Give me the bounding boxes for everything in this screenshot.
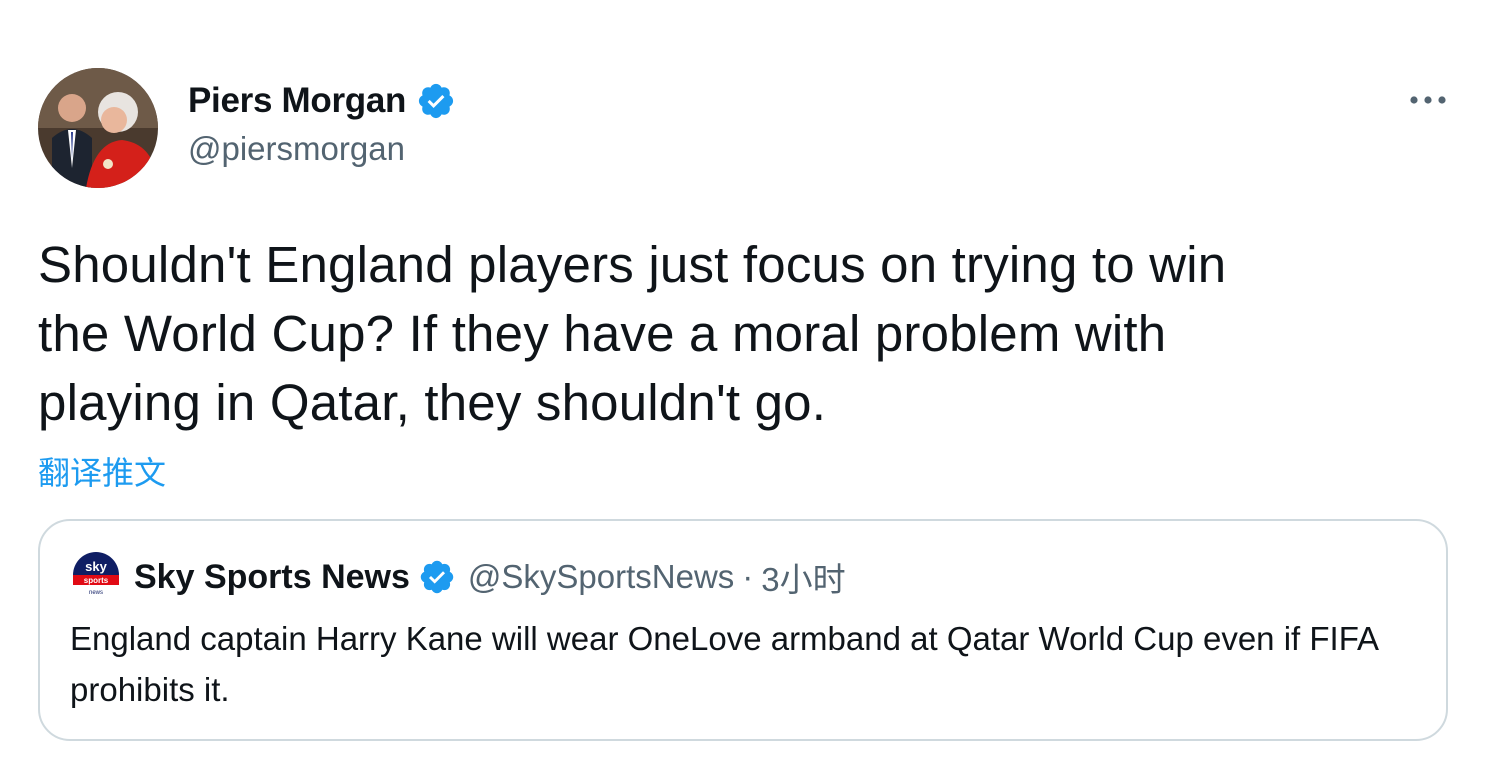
quoted-tweet-card[interactable]: sky sports news Sky Sports News @SkySpor… xyxy=(38,519,1448,741)
author-name-row: Piers Morgan xyxy=(188,78,456,124)
quoted-verified-badge-icon xyxy=(418,558,456,596)
logo-news-text: news xyxy=(89,590,103,596)
translate-tweet-link[interactable]: 翻译推文 xyxy=(38,448,166,494)
quoted-author-handle[interactable]: @SkySportsNews xyxy=(468,558,734,596)
quoted-tweet-header: sky sports news Sky Sports News @SkySpor… xyxy=(70,551,846,603)
quoted-header-separator: · xyxy=(742,558,754,595)
more-dots-icon xyxy=(1410,96,1446,104)
tweet-text: Shouldn't England players just focus on … xyxy=(38,236,1227,431)
quoted-tweet-time[interactable]: 3小时 xyxy=(761,553,845,601)
sky-sports-news-logo-icon[interactable]: sky sports news xyxy=(70,551,122,603)
logo-sky-text: sky xyxy=(85,559,107,574)
quoted-author-name[interactable]: Sky Sports News xyxy=(134,558,410,597)
author-handle[interactable]: @piersmorgan xyxy=(188,130,405,168)
more-options-button[interactable] xyxy=(1404,80,1454,120)
tweet: Piers Morgan @piersmorgan Shouldn't Engl… xyxy=(0,0,1490,784)
logo-sports-text: sports xyxy=(84,576,109,585)
verified-badge-icon xyxy=(416,81,456,121)
quoted-tweet-text: England captain Harry Kane will wear One… xyxy=(70,620,1378,708)
author-name[interactable]: Piers Morgan xyxy=(188,81,406,121)
avatar-photo xyxy=(38,68,158,188)
author-avatar[interactable] xyxy=(38,68,158,188)
